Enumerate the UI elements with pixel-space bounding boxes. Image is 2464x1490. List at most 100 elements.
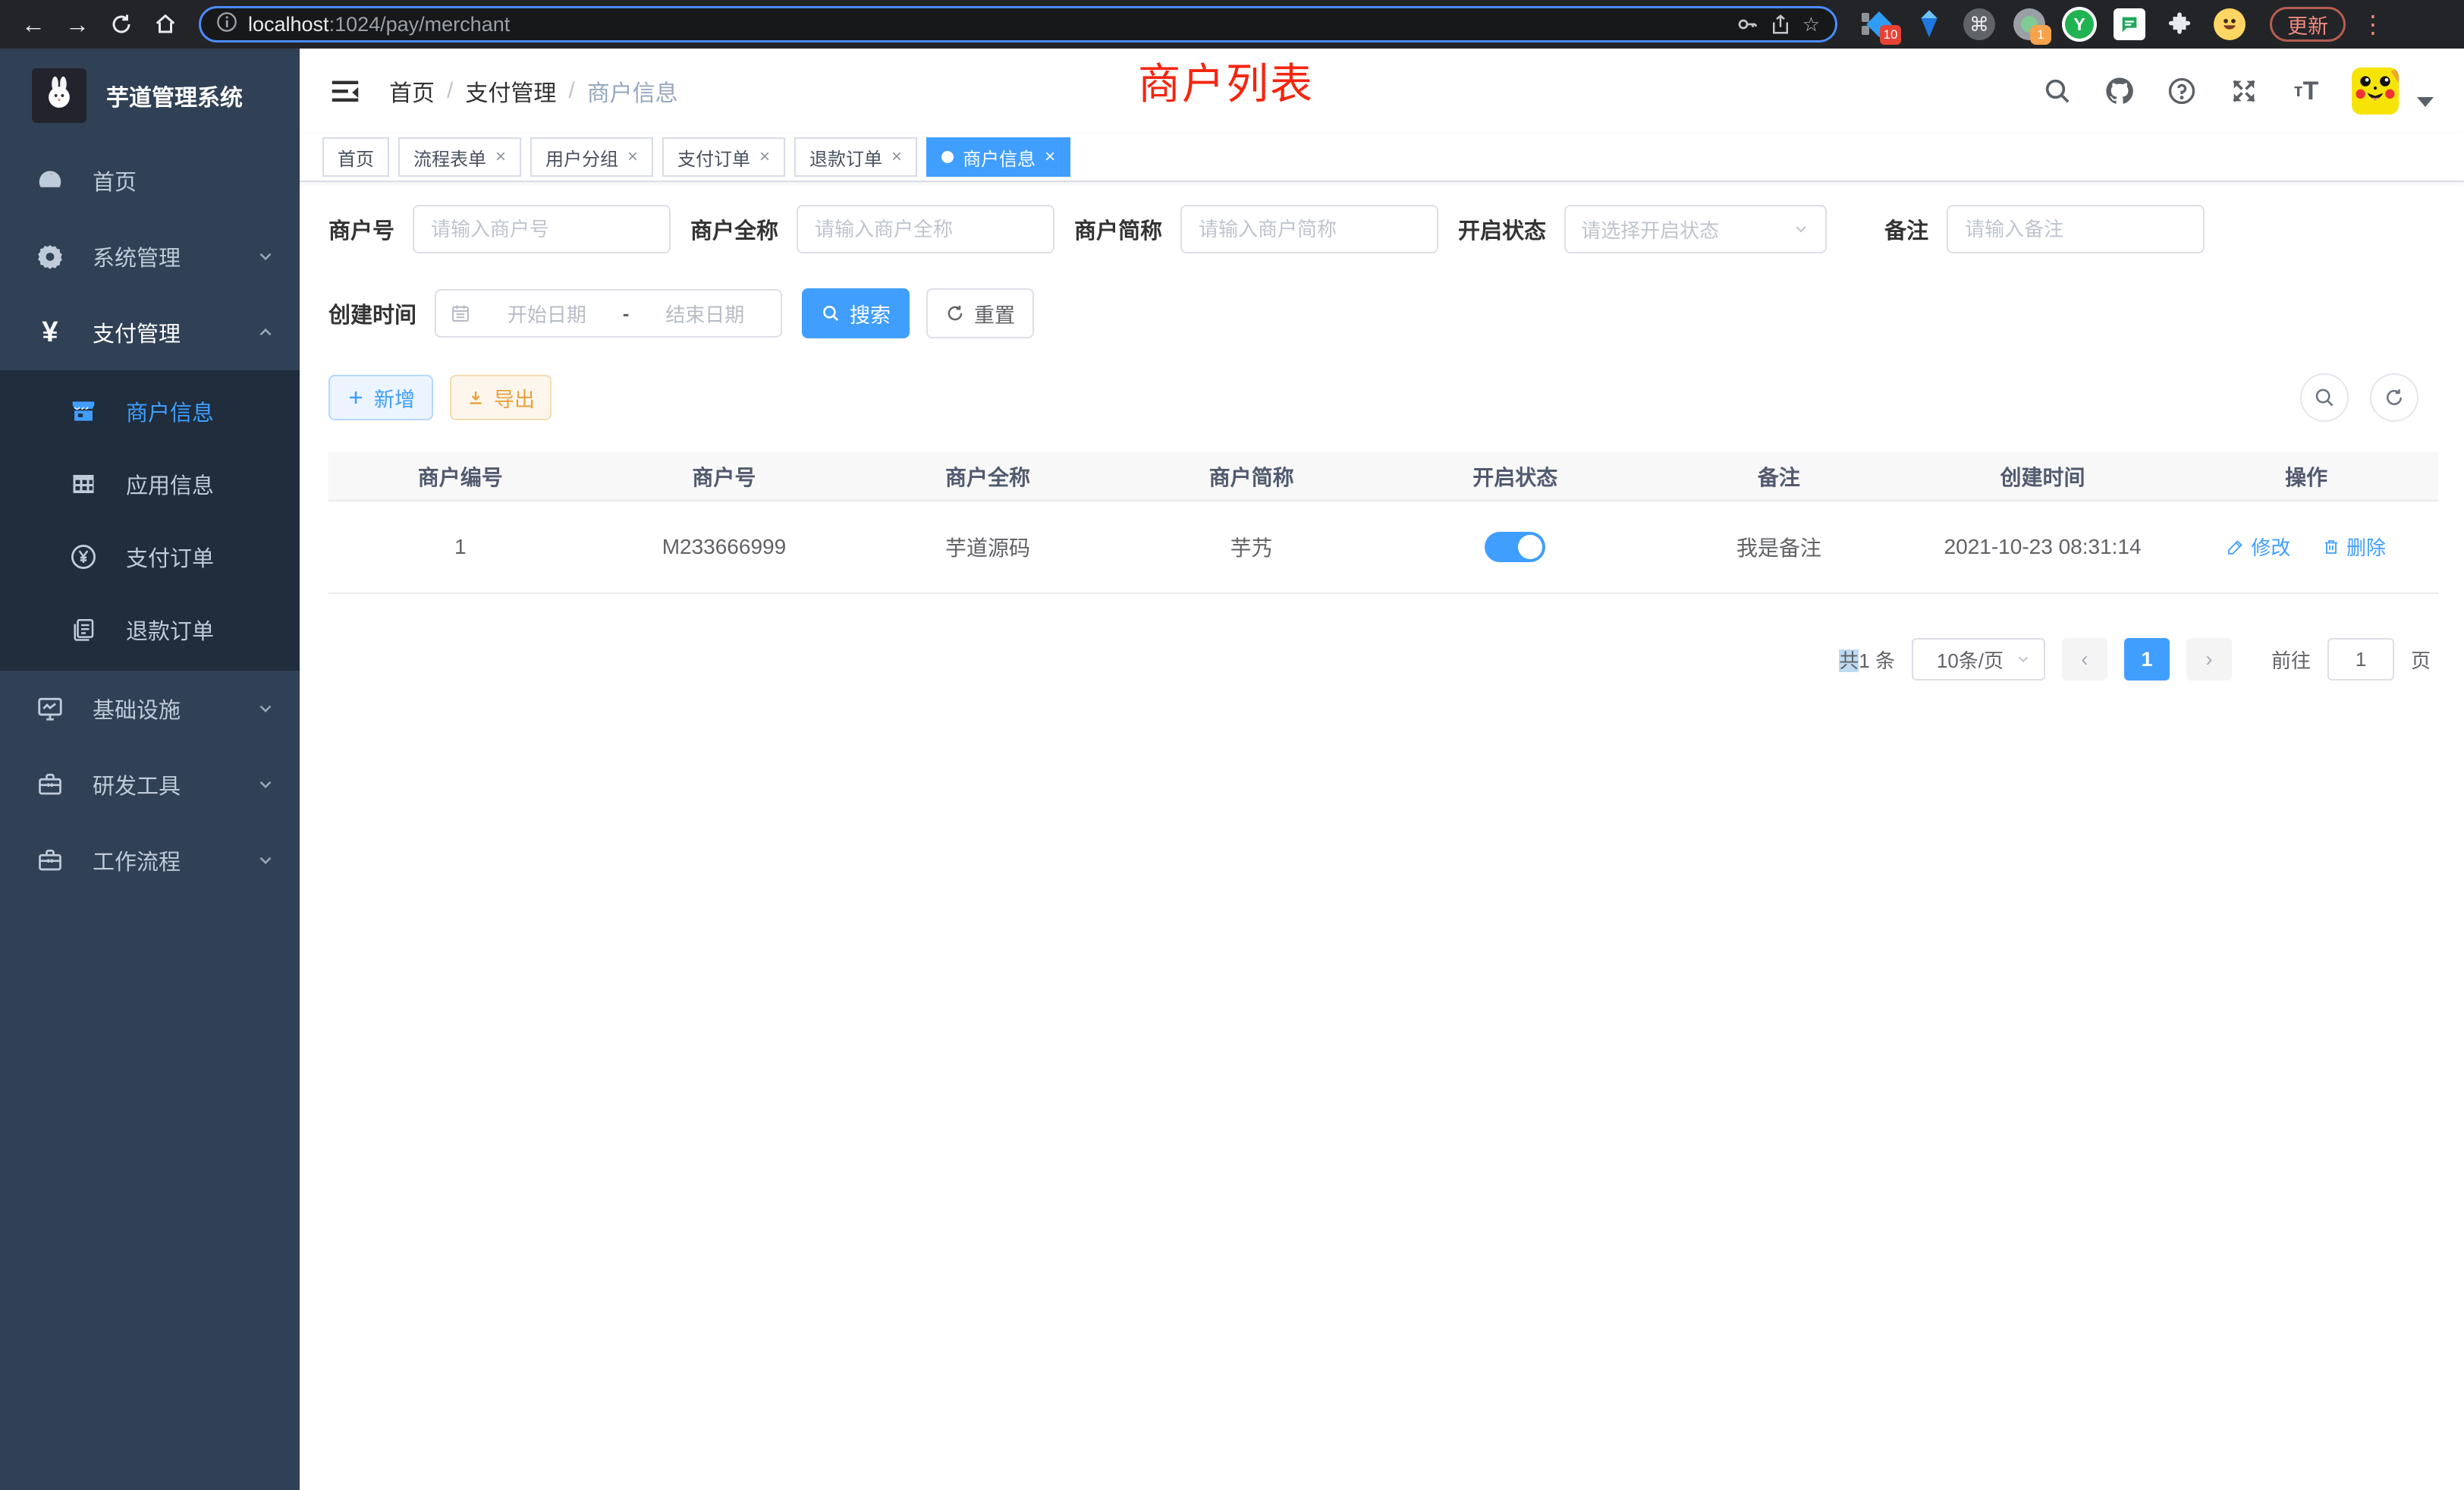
table-header-row: 商户编号 商户号 商户全称 商户简称 开启状态 备注 创建时间 操作 bbox=[328, 452, 2438, 501]
cell-status bbox=[1384, 501, 1648, 593]
tab-refund-orders[interactable]: 退款订单 × bbox=[794, 137, 917, 177]
status-select[interactable]: 请选择开启状态 bbox=[1564, 205, 1827, 253]
profile-emoji-icon[interactable] bbox=[2212, 7, 2247, 42]
merchant-no-input[interactable] bbox=[413, 205, 671, 253]
close-icon[interactable]: × bbox=[495, 146, 506, 168]
chevron-down-icon bbox=[2015, 651, 2032, 668]
close-icon[interactable]: × bbox=[627, 146, 638, 168]
browser-update-button[interactable]: 更新 bbox=[2270, 7, 2346, 42]
edit-button[interactable]: 修改 bbox=[2227, 533, 2290, 561]
full-name-input[interactable] bbox=[797, 205, 1054, 253]
user-avatar[interactable] bbox=[2352, 68, 2399, 115]
add-button[interactable]: 新增 bbox=[328, 375, 433, 420]
extensions-puzzle-icon[interactable] bbox=[2162, 7, 2197, 42]
browser-reload-icon[interactable] bbox=[102, 5, 141, 44]
sidebar-item-system[interactable]: 系统管理 bbox=[0, 218, 300, 294]
browser-menu-icon[interactable]: ⋮ bbox=[2361, 10, 2384, 39]
cell-merchant-no: M233666999 bbox=[592, 501, 856, 593]
gear-icon bbox=[33, 242, 67, 271]
collapse-sidebar-icon[interactable] bbox=[327, 73, 363, 109]
browser-home-icon[interactable] bbox=[146, 5, 185, 44]
extension-tabs-icon[interactable]: 10 bbox=[1862, 7, 1897, 42]
extension-gem-icon[interactable] bbox=[1912, 7, 1947, 42]
breadcrumb-payment[interactable]: 支付管理 bbox=[465, 74, 556, 108]
short-name-input[interactable] bbox=[1180, 205, 1438, 253]
browser-forward-icon[interactable]: → bbox=[58, 5, 97, 44]
sidebar-item-payment[interactable]: ¥ 支付管理 bbox=[0, 294, 300, 370]
refresh-table-button[interactable] bbox=[2370, 373, 2418, 422]
app-logo[interactable]: 芋道管理系统 bbox=[0, 49, 300, 143]
close-icon[interactable]: × bbox=[891, 146, 902, 168]
create-time-range-picker[interactable]: 开始日期 - 结束日期 bbox=[435, 289, 782, 338]
current-page-button[interactable]: 1 bbox=[2124, 638, 2170, 681]
goto-suffix: 页 bbox=[2411, 646, 2431, 674]
merchant-table: 商户编号 商户号 商户全称 商户简称 开启状态 备注 创建时间 操作 1 M23… bbox=[328, 452, 2438, 594]
extension-y-icon[interactable]: Y bbox=[2062, 7, 2097, 42]
sidebar-item-home[interactable]: 首页 bbox=[0, 143, 300, 218]
pagination: 共1 条 10条/页 ‹ 1 › 前往 页 bbox=[328, 638, 2438, 681]
cell-short-name: 芋艿 bbox=[1120, 501, 1384, 593]
extension-command-icon[interactable]: ⌘ bbox=[1962, 7, 1997, 42]
search-icon bbox=[2313, 386, 2336, 409]
sidebar-item-merchant-info[interactable]: 商户信息 bbox=[0, 375, 300, 448]
font-size-icon[interactable]: тT bbox=[2290, 74, 2323, 108]
sidebar-item-pay-orders[interactable]: 支付订单 bbox=[0, 520, 300, 593]
documents-icon bbox=[67, 616, 100, 643]
trash-icon bbox=[2322, 538, 2340, 556]
prev-page-button[interactable]: ‹ bbox=[2062, 638, 2107, 681]
tab-user-group[interactable]: 用户分组 × bbox=[530, 137, 653, 177]
remark-input[interactable] bbox=[1947, 205, 2205, 253]
extension-badge: 10 bbox=[1880, 25, 1901, 45]
address-bar[interactable]: localhost:1024/pay/merchant ☆ bbox=[199, 6, 1837, 42]
header-search-icon[interactable] bbox=[2041, 74, 2074, 108]
toolbox-icon bbox=[33, 771, 67, 798]
breadcrumb-home[interactable]: 首页 bbox=[389, 74, 435, 108]
browser-back-icon[interactable]: ← bbox=[14, 5, 53, 44]
help-icon[interactable] bbox=[2165, 74, 2198, 108]
plus-icon bbox=[347, 388, 365, 407]
logo-rabbit-image bbox=[32, 68, 86, 123]
avatar-dropdown-caret-icon[interactable] bbox=[2417, 97, 2434, 107]
github-icon[interactable] bbox=[2103, 74, 2136, 108]
cell-remark: 我是备注 bbox=[1647, 501, 1911, 593]
col-merchant-id: 商户编号 bbox=[328, 452, 592, 501]
goto-page-input[interactable] bbox=[2327, 638, 2394, 681]
fullscreen-icon[interactable] bbox=[2227, 74, 2261, 108]
hide-search-button[interactable] bbox=[2300, 373, 2349, 422]
bookmark-star-icon[interactable]: ☆ bbox=[1802, 13, 1820, 36]
sidebar-item-app-info[interactable]: 应用信息 bbox=[0, 448, 300, 520]
end-date-placeholder[interactable]: 结束日期 bbox=[643, 300, 767, 328]
export-button[interactable]: 导出 bbox=[450, 375, 552, 420]
share-icon[interactable] bbox=[1769, 13, 1792, 36]
chevron-down-icon bbox=[256, 699, 275, 718]
next-page-button[interactable]: › bbox=[2186, 638, 2232, 681]
start-date-placeholder[interactable]: 开始日期 bbox=[485, 300, 609, 328]
password-key-icon[interactable] bbox=[1736, 13, 1758, 36]
extension-recorder-icon[interactable]: 1 bbox=[2012, 7, 2047, 42]
col-actions: 操作 bbox=[2174, 452, 2438, 501]
sidebar-item-workflow[interactable]: 工作流程 bbox=[0, 822, 300, 898]
tab-merchant-info[interactable]: 商户信息 × bbox=[926, 137, 1070, 177]
total-count: 共1 条 bbox=[1839, 646, 1895, 674]
tab-home[interactable]: 首页 bbox=[322, 137, 389, 177]
sidebar-item-infrastructure[interactable]: 基础设施 bbox=[0, 671, 300, 747]
cell-merchant-id: 1 bbox=[328, 501, 592, 593]
extension-chat-icon[interactable] bbox=[2112, 7, 2147, 42]
reset-button[interactable]: 重置 bbox=[926, 288, 1034, 338]
close-icon[interactable]: × bbox=[1045, 146, 1055, 168]
tab-process-form[interactable]: 流程表单 × bbox=[398, 137, 521, 177]
col-short-name: 商户简称 bbox=[1120, 452, 1384, 501]
search-button[interactable]: 搜索 bbox=[802, 288, 910, 338]
sidebar-item-dev-tools[interactable]: 研发工具 bbox=[0, 747, 300, 822]
sidebar-item-refund-orders[interactable]: 退款订单 bbox=[0, 593, 300, 666]
site-info-icon[interactable] bbox=[216, 11, 237, 38]
delete-button[interactable]: 删除 bbox=[2322, 533, 2386, 561]
chevron-down-icon bbox=[256, 850, 275, 870]
full-name-label: 商户全称 bbox=[690, 213, 778, 245]
page-size-select[interactable]: 10条/页 bbox=[1912, 638, 2045, 681]
url-text[interactable]: localhost:1024/pay/merchant bbox=[248, 13, 1725, 36]
close-icon[interactable]: × bbox=[759, 146, 770, 168]
tab-pay-orders[interactable]: 支付订单 × bbox=[662, 137, 785, 177]
briefcase-icon bbox=[33, 847, 67, 874]
status-toggle[interactable] bbox=[1485, 532, 1545, 562]
